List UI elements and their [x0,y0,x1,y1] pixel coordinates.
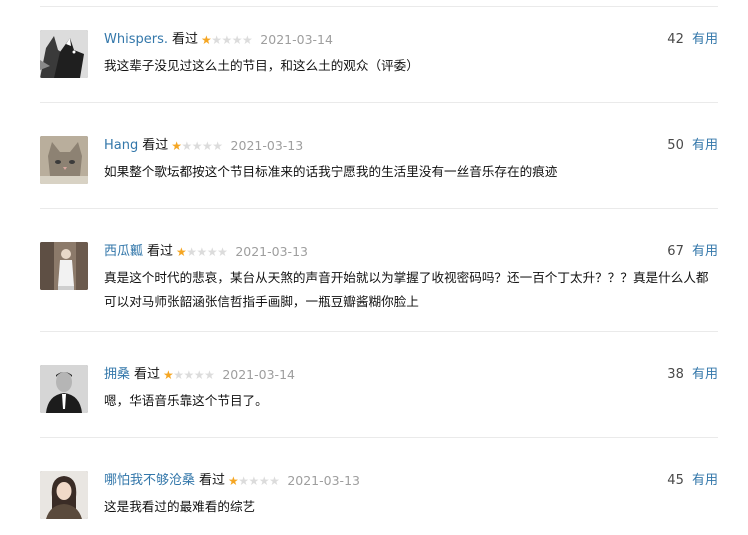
star-filled-icon: ★ [201,33,212,47]
comment-date: 2021-03-13 [287,473,360,488]
comment-text: 这是我看过的最难看的综艺 [104,499,256,514]
vote-count: 67 [667,244,684,259]
useful-button[interactable]: 有用 [692,138,718,153]
star-empty-icon: ★★★★ [186,245,228,259]
vote-count: 50 [667,138,684,153]
comment-meta: Whispers. 看过 ★ ★★★★ 2021-03-14 [104,32,333,48]
comment-divider [40,208,718,209]
username-link[interactable]: Hang [104,138,138,154]
avatar[interactable] [40,365,88,413]
comment-meta: 拥桑 看过 ★ ★★★★ 2021-03-14 [104,367,295,383]
star-filled-icon: ★ [176,245,187,259]
star-filled-icon: ★ [163,368,174,382]
vote-area: 45 有用 [667,473,718,489]
comment-divider [40,331,718,332]
status-label: 看过 [199,473,226,488]
vote-area: 42 有用 [667,32,718,48]
rating-stars: ★ ★★★★ [176,244,228,260]
comment-meta: 西瓜瓤 看过 ★ ★★★★ 2021-03-13 [104,244,308,260]
star-empty-icon: ★★★★ [173,368,215,382]
top-divider [40,6,718,7]
avatar-portrait-bw-image [40,365,88,413]
avatar-wolves-image [40,30,88,78]
star-empty-icon: ★★★★ [181,139,224,153]
username-link[interactable]: 西瓜瓤 [104,244,143,260]
vote-count: 38 [667,367,684,382]
comment-date: 2021-03-14 [260,32,333,47]
avatar[interactable] [40,30,88,78]
useful-button[interactable]: 有用 [692,473,718,488]
star-filled-icon: ★ [228,474,239,488]
avatar[interactable] [40,242,88,290]
username-link[interactable]: 拥桑 [104,367,130,383]
vote-area: 67 有用 [667,244,718,260]
avatar-woman-portrait-image [40,471,88,519]
avatar[interactable] [40,136,88,184]
comment-text: 真是这个时代的悲哀，某台从天煞的声音开始就以为掌握了收视密码吗？还一百个丁太升？… [104,270,709,309]
vote-count: 42 [667,32,684,47]
comment-text: 我这辈子没见过这么土的节目，和这么土的观众（评委） [104,58,419,73]
star-empty-icon: ★★★★ [211,33,253,47]
comment-meta: Hang 看过 ★ ★★★★ 2021-03-13 [104,138,303,154]
status-label: 看过 [142,138,169,153]
rating-stars: ★ ★★★★ [163,367,215,383]
status-label: 看过 [147,244,174,259]
useful-button[interactable]: 有用 [692,244,718,259]
star-filled-icon: ★ [171,139,182,153]
useful-button[interactable]: 有用 [692,32,718,47]
comment-divider [40,102,718,103]
comment-date: 2021-03-13 [230,138,304,153]
status-label: 看过 [134,367,161,382]
status-label: 看过 [171,32,198,47]
rating-stars: ★ ★★★★ [171,138,224,154]
comment-divider [40,437,718,438]
avatar-cat-image [40,136,88,184]
avatar-person-standing-image [40,242,88,290]
comment-date: 2021-03-14 [222,367,295,382]
rating-stars: ★ ★★★★ [201,32,253,48]
username-link[interactable]: 哪怕我不够沧桑 [104,473,195,489]
star-empty-icon: ★★★★ [238,474,280,488]
comment-text: 嗯，华语音乐靠这个节目了。 [104,393,268,408]
comment-text: 如果整个歌坛都按这个节目标准来的话我宁愿我的生活里没有一丝音乐存在的痕迹 [104,164,558,179]
comment-date: 2021-03-13 [235,244,308,259]
useful-button[interactable]: 有用 [692,367,718,382]
vote-area: 38 有用 [667,367,718,383]
comment-meta: 哪怕我不够沧桑 看过 ★ ★★★★ 2021-03-13 [104,473,360,489]
avatar[interactable] [40,471,88,519]
vote-count: 45 [667,473,684,488]
username-link[interactable]: Whispers. [104,32,168,48]
vote-area: 50 有用 [667,138,718,154]
rating-stars: ★ ★★★★ [228,473,280,489]
